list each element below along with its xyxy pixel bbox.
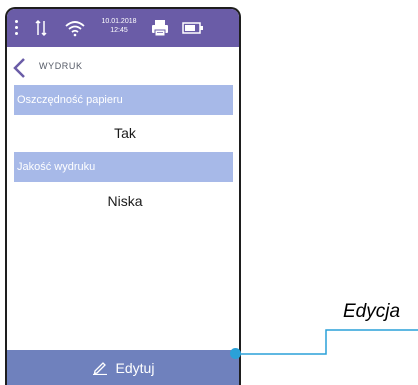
setting-label-print-quality: Jakość wydruku	[14, 152, 233, 182]
screen-header: WYDRUK	[7, 47, 239, 87]
page-title: WYDRUK	[39, 61, 83, 71]
callout-marker	[230, 348, 241, 359]
setting-label-paper-saving: Oszczędność papieru	[14, 85, 233, 115]
status-bar: 10.01.2018 12:45	[7, 9, 239, 47]
wifi-icon	[65, 21, 85, 37]
chevron-left-icon[interactable]	[11, 57, 27, 79]
menu-dots-icon[interactable]	[15, 20, 19, 36]
setting-value-print-quality: Niska	[107, 193, 143, 209]
pencil-icon	[92, 362, 107, 375]
status-time: 12:45	[110, 27, 128, 34]
status-datetime: 10.01.2018 12:45	[99, 17, 139, 35]
edit-button-label: Edytuj	[115, 360, 155, 376]
printer-icon	[152, 20, 168, 37]
edit-button-content: Edytuj	[7, 359, 239, 376]
transfer-arrows-icon	[35, 19, 47, 37]
callout-label: Edycja	[343, 301, 401, 322]
status-date: 10.01.2018	[101, 18, 137, 25]
edit-button[interactable]: Edytuj	[7, 350, 239, 385]
setting-value-paper-saving: Tak	[114, 125, 136, 141]
battery-icon	[182, 22, 203, 34]
device-screen: 10.01.2018 12:45 WYDRUK Oszczędność papi…	[5, 7, 241, 385]
